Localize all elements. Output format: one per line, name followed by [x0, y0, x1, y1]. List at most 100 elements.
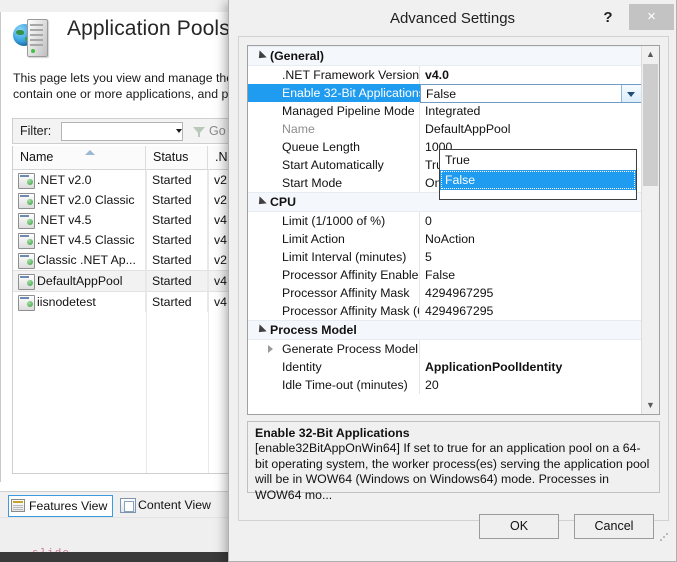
content-view-icon [120, 498, 136, 513]
cell-status: Started [146, 292, 208, 312]
column-header-status[interactable]: Status [146, 146, 208, 169]
table-row-selected[interactable]: DefaultAppPool Started v4.0 [13, 270, 249, 292]
tab-content-view-label: Content View [138, 498, 211, 512]
server-icon [27, 19, 48, 57]
property-name: Processor Affinity Enabled [248, 266, 420, 284]
table-row[interactable]: .NET v4.5 Classic Started v4.0 [13, 230, 249, 250]
page-description-line-2: contain one or more applications, and p [13, 87, 229, 101]
property-value[interactable]: 0 [420, 212, 642, 230]
property-value[interactable]: False [420, 266, 642, 284]
background-bleed-text: slide [32, 548, 70, 552]
table-row[interactable]: .NET v4.5 Started v4.0 [13, 210, 249, 230]
cell-status: Started [146, 170, 208, 190]
property-row-processor-affinity-enabled[interactable]: Processor Affinity Enabled False [248, 266, 642, 284]
chevron-down-icon[interactable] [176, 129, 182, 133]
application-pools-grid: Name Status .NET .NET v2.0 Started v2.0 … [12, 146, 250, 474]
enable-32-bit-dropdown-list[interactable]: True False [439, 149, 637, 200]
tab-features-view-label: Features View [29, 499, 108, 513]
page-title: Application Pools [67, 17, 230, 40]
property-name: Start Mode [248, 174, 420, 192]
property-value[interactable] [420, 340, 642, 358]
table-row[interactable]: .NET v2.0 Classic Started v2.0 [13, 190, 249, 210]
property-description-box: Enable 32-Bit Applications [enable32BitA… [247, 421, 660, 502]
property-row-limit[interactable]: Limit (1/1000 of %) 0 [248, 212, 642, 230]
cell-name: .NET v4.5 [13, 210, 146, 230]
help-icon[interactable]: ? [597, 7, 619, 28]
scroll-down-icon[interactable]: ▼ [642, 397, 659, 414]
property-row-limit-interval[interactable]: Limit Interval (minutes) 5 [248, 248, 642, 266]
property-name: Queue Length [248, 138, 420, 156]
property-value[interactable]: DefaultAppPool [420, 120, 642, 138]
cell-status: Started [146, 271, 208, 291]
table-row[interactable]: Classic .NET Ap... Started v2.0 [13, 250, 249, 270]
chevron-down-icon[interactable] [621, 85, 641, 102]
property-value[interactable]: v4.0 [420, 66, 642, 84]
grid-divider [208, 169, 209, 473]
column-header-name[interactable]: Name [13, 146, 146, 169]
category-label: Process Model [270, 323, 357, 337]
property-row-processor-affinity-mask[interactable]: Processor Affinity Mask 4294967295 [248, 284, 642, 302]
property-row-managed-pipeline-mode[interactable]: Managed Pipeline Mode Integrated [248, 102, 642, 120]
property-value[interactable]: Integrated [420, 102, 642, 120]
description-body: [enable32BitAppOnWin64] If set to true f… [255, 441, 650, 502]
page-description: This page lets you view and manage the c… [13, 70, 250, 102]
property-name: Enable 32-Bit Applications [248, 84, 420, 102]
property-row-processor-affinity-mask-64bit[interactable]: Processor Affinity Mask (64-bit c 429496… [248, 302, 642, 320]
filter-go-button[interactable]: Go [209, 124, 226, 138]
property-name: Idle Time-out (minutes) [248, 376, 420, 394]
property-name: Identity [248, 358, 420, 376]
property-value[interactable]: ApplicationPoolIdentity [420, 358, 642, 376]
grid-divider [146, 169, 147, 473]
cancel-button[interactable]: Cancel [574, 514, 654, 539]
property-row-name[interactable]: Name DefaultAppPool [248, 120, 642, 138]
property-category-process-model[interactable]: Process Model [248, 320, 642, 340]
ok-button[interactable]: OK [479, 514, 559, 539]
tab-features-view[interactable]: Features View [8, 495, 114, 517]
property-name: Start Automatically [248, 156, 420, 174]
scroll-up-icon[interactable]: ▲ [642, 46, 659, 63]
property-grid: (General) .NET Framework Version v4.0 En… [247, 45, 660, 415]
scrollbar-thumb[interactable] [643, 64, 658, 186]
table-row[interactable]: .NET v2.0 Started v2.0 [13, 170, 249, 190]
dialog-title-bar: Advanced Settings ? × [229, 0, 676, 36]
filter-bar: Filter: Go [12, 118, 250, 144]
property-name: Processor Affinity Mask [248, 284, 420, 302]
status-led-icon [31, 49, 35, 53]
dropdown-option-false[interactable]: False [440, 170, 636, 190]
cell-status: Started [146, 190, 208, 210]
property-grid-rows: (General) .NET Framework Version v4.0 En… [248, 46, 642, 414]
table-row[interactable]: iisnodetest Started v4.0 [13, 292, 249, 312]
property-row-idle-timeout[interactable]: Idle Time-out (minutes) 20 [248, 376, 642, 394]
cell-name: iisnodetest [13, 292, 146, 312]
property-row-enable-32-bit-applications[interactable]: Enable 32-Bit Applications False [248, 84, 642, 103]
property-value[interactable]: 4294967295 [420, 284, 642, 302]
property-row-net-framework-version[interactable]: .NET Framework Version v4.0 [248, 66, 642, 84]
property-grid-scrollbar[interactable]: ▲ ▼ [641, 46, 659, 414]
features-view-icon [11, 499, 25, 512]
resize-grip[interactable] [659, 532, 669, 542]
cell-name: .NET v4.5 Classic [13, 230, 146, 250]
property-row-generate-process-model-event-log[interactable]: Generate Process Model Event L [248, 340, 642, 358]
cell-name: Classic .NET Ap... [13, 250, 146, 270]
close-icon[interactable]: × [629, 4, 674, 30]
advanced-settings-dialog: Advanced Settings ? × (General) .NET Fra… [228, 0, 677, 562]
sort-ascending-icon [85, 150, 95, 155]
property-category-general[interactable]: (General) [248, 46, 642, 66]
property-row-identity[interactable]: Identity ApplicationPoolIdentity [248, 358, 642, 376]
funnel-icon [193, 126, 205, 138]
dropdown-padding [440, 190, 636, 199]
property-value[interactable]: 5 [420, 248, 642, 266]
property-name: Managed Pipeline Mode [248, 102, 420, 120]
category-label: CPU [270, 195, 296, 209]
property-value[interactable]: 4294967295 [420, 302, 642, 320]
filter-input[interactable] [61, 122, 183, 141]
property-value[interactable]: 20 [420, 376, 642, 394]
page-header: Application Pools [9, 14, 249, 62]
property-name: Name [248, 120, 420, 138]
property-row-limit-action[interactable]: Limit Action NoAction [248, 230, 642, 248]
property-value[interactable]: NoAction [420, 230, 642, 248]
tab-content-view[interactable]: Content View [118, 495, 211, 515]
enable-32-bit-combobox[interactable]: False [420, 84, 642, 103]
grid-header-row: Name Status .NET [13, 146, 249, 170]
dropdown-option-true[interactable]: True [440, 150, 636, 170]
